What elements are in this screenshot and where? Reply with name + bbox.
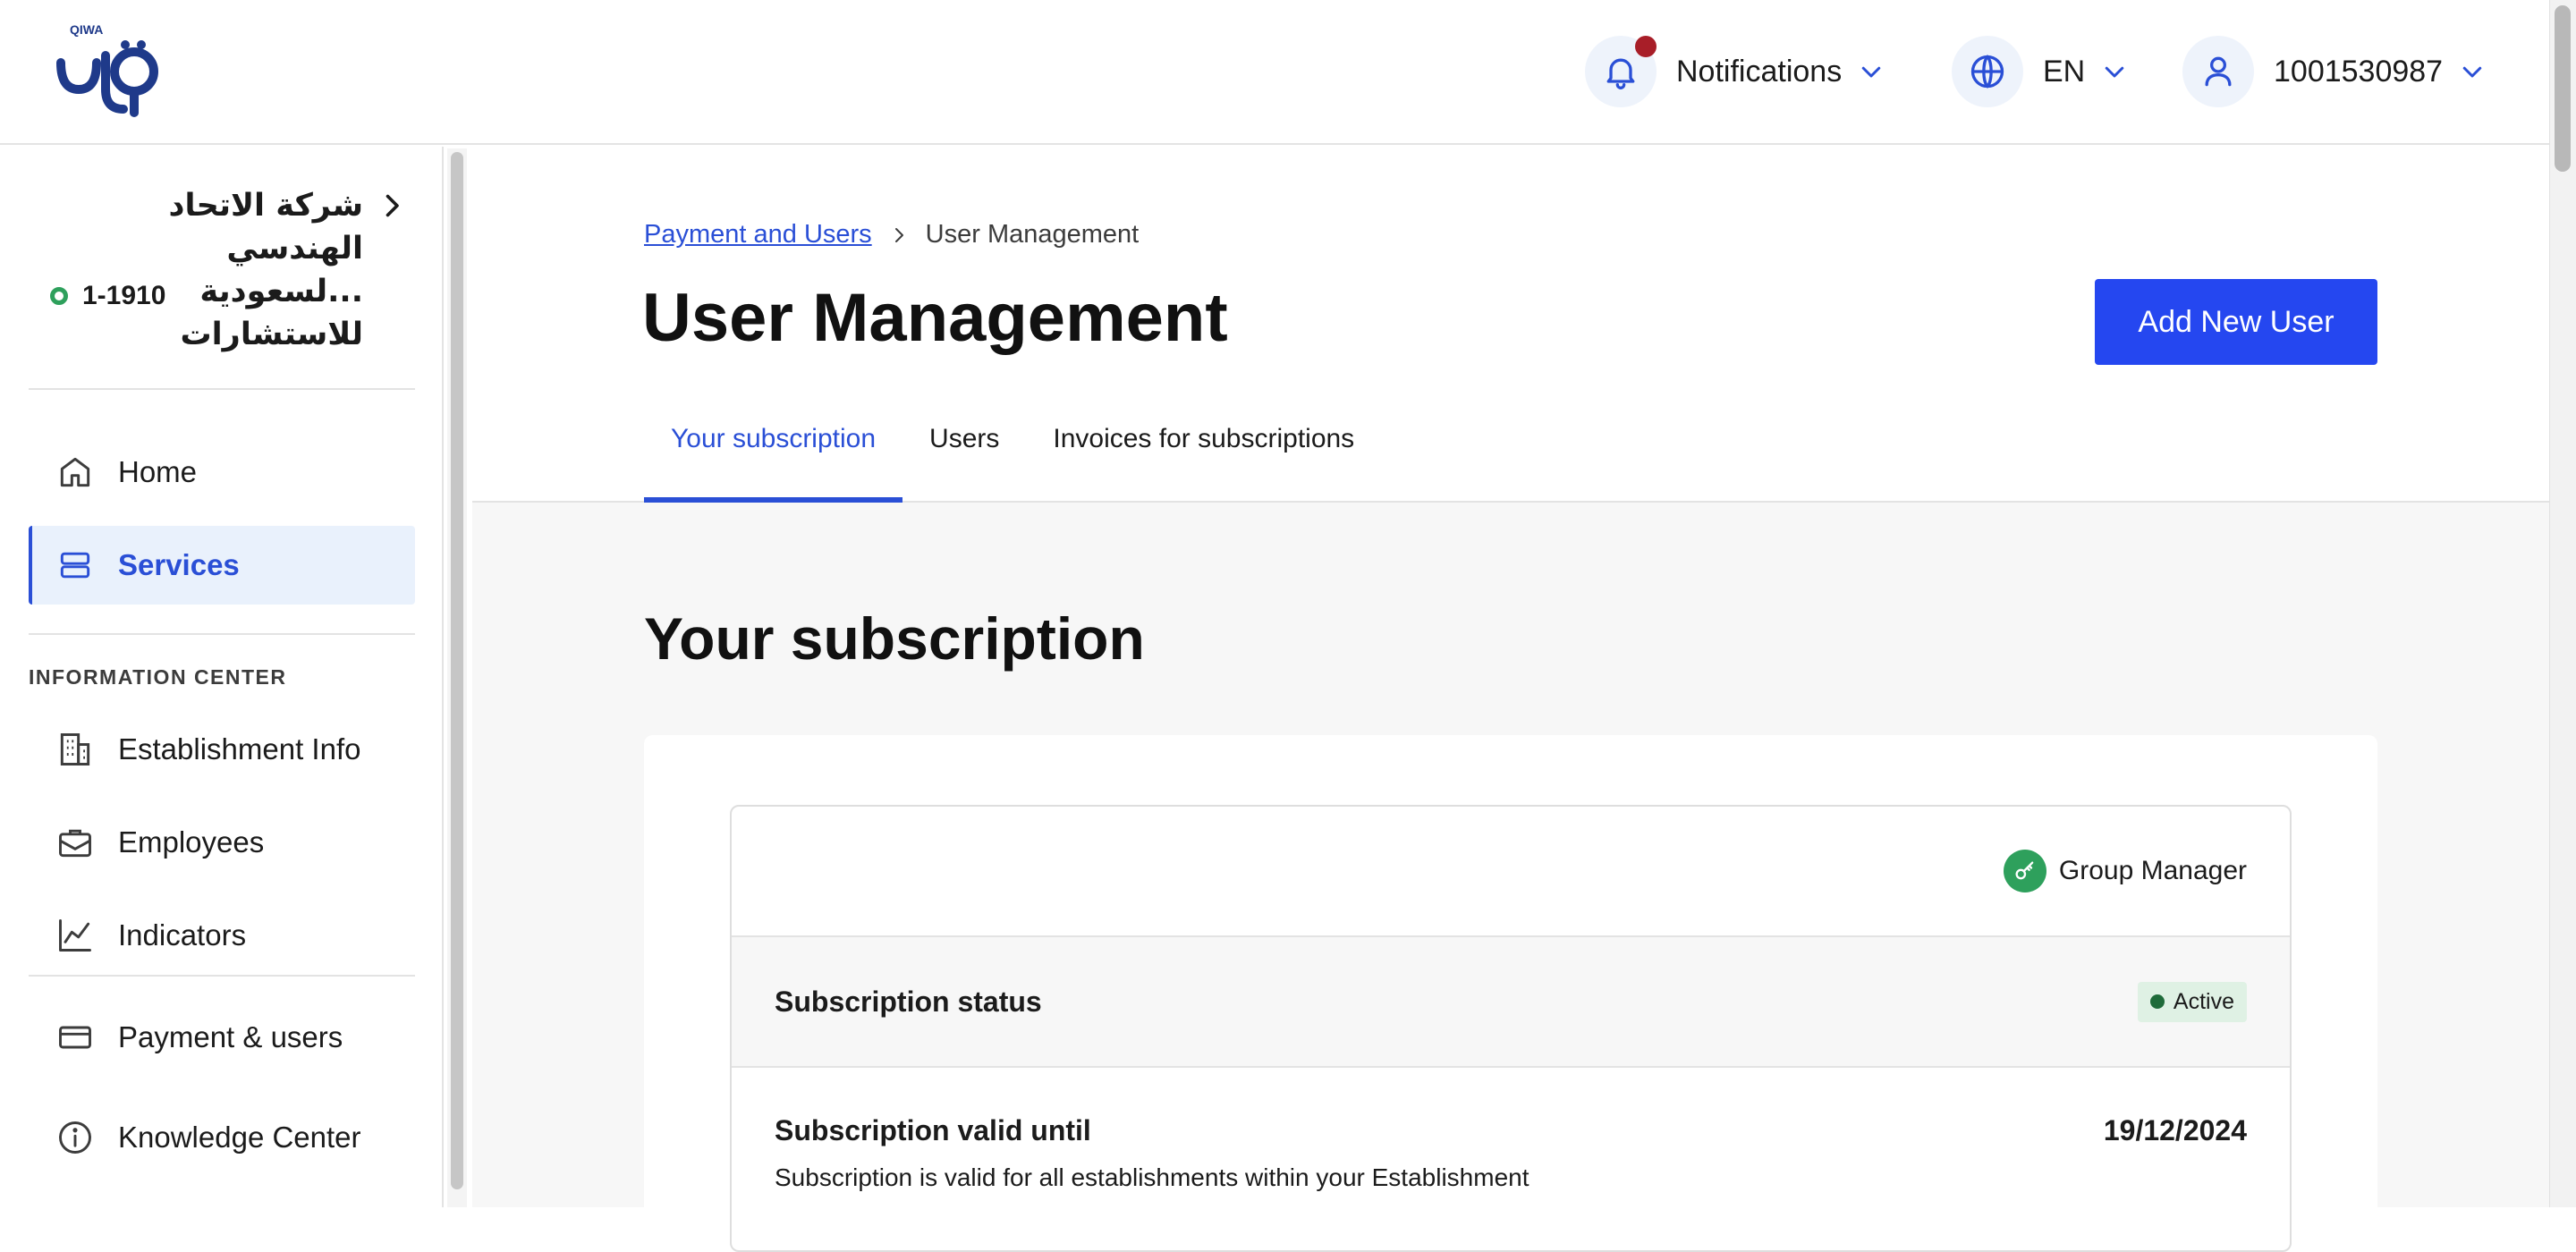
breadcrumb-current: User Management [925, 220, 1140, 249]
sidebar-item-label: Knowledge Center [118, 1121, 361, 1154]
language-label: EN [2043, 54, 2086, 89]
valid-until-label: Subscription valid until [775, 1114, 1091, 1146]
top-header: QIWA Notifications EN 1001530987 [0, 0, 2549, 145]
role-label: Group Manager [2058, 856, 2247, 885]
sidebar-item-indicators[interactable]: Indicators [29, 896, 415, 975]
status-label: Subscription status [775, 985, 1042, 1018]
globe-icon [1970, 55, 2004, 89]
breadcrumb: Payment and Users User Management [644, 220, 1139, 250]
add-new-user-button[interactable]: Add New User [2095, 279, 2377, 365]
breadcrumb-link-payment-users[interactable]: Payment and Users [644, 220, 872, 250]
status-indicator [50, 287, 68, 305]
tab-users[interactable]: Users [902, 424, 1026, 503]
language-menu[interactable]: EN [1952, 34, 2128, 109]
sidebar-item-home[interactable]: Home [29, 433, 415, 512]
status-row: Subscription status Active [732, 937, 2290, 1068]
sidebar-item-payment-users[interactable]: Payment & users [29, 998, 415, 1077]
qiwa-logo[interactable]: QIWA [52, 20, 168, 118]
chevron-down-icon [2462, 66, 2482, 78]
sidebar-item-label: Employees [118, 825, 265, 859]
building-icon [60, 733, 90, 766]
section-title: INFORMATION CENTER [29, 665, 287, 689]
section-heading: Your subscription [644, 605, 1145, 672]
subscription-details: Group Manager Subscription status Active… [730, 805, 2292, 1252]
sidebar-item-label: Indicators [118, 918, 247, 952]
user-icon [2205, 56, 2232, 87]
sidebar: شركة الاتحاد الهندسي ...لسعودية للاستشار… [0, 147, 444, 1207]
chart-icon [59, 919, 91, 952]
briefcase-icon [59, 829, 91, 858]
status-badge: Active [2137, 981, 2247, 1022]
services-icon [60, 552, 90, 579]
bell-icon-wrap [1585, 36, 1657, 107]
svg-text:QIWA: QIWA [70, 22, 103, 37]
chevron-right-icon [894, 227, 903, 242]
key-icon-wrap [2003, 850, 2046, 892]
sidebar-item-label: Establishment Info [118, 732, 361, 766]
user-icon-wrap [2182, 36, 2254, 107]
chevron-right-icon[interactable] [376, 190, 408, 222]
user-menu[interactable]: 1001530987 [2182, 34, 2486, 109]
globe-icon-wrap [1952, 36, 2023, 107]
divider [29, 975, 415, 977]
divider [29, 388, 415, 390]
company-switcher[interactable]: شركة الاتحاد الهندسي ...لسعودية للاستشار… [50, 184, 364, 356]
status-badge-text: Active [2173, 988, 2234, 1014]
company-id: 1-1910 [50, 281, 165, 311]
sidebar-item-knowledge-center[interactable]: Knowledge Center [29, 1098, 415, 1177]
validity-row: Subscription valid until 19/12/2024 Subs… [732, 1068, 2290, 1192]
page-header: Payment and Users User Management User M… [472, 147, 2549, 503]
chevron-down-icon [2105, 66, 2124, 78]
user-id-label: 1001530987 [2274, 54, 2444, 89]
sidebar-item-services[interactable]: Services [29, 526, 415, 605]
valid-until-description: Subscription is valid for all establishm… [775, 1163, 1530, 1191]
main-content: Payment and Users User Management User M… [472, 147, 2549, 1252]
company-name-line1: شركة الاتحاد الهندسي [168, 188, 364, 266]
sidebar-item-employees[interactable]: Employees [29, 803, 415, 882]
sidebar-scrollbar-thumb[interactable] [451, 152, 463, 1189]
key-icon [2015, 861, 2034, 880]
notifications-menu[interactable]: Notifications [1585, 34, 1885, 109]
notifications-label: Notifications [1676, 54, 1843, 89]
valid-until-date: 19/12/2024 [2103, 1114, 2247, 1146]
tab-your-subscription[interactable]: Your subscription [644, 424, 903, 503]
bell-icon [1606, 58, 1635, 89]
sidebar-item-label: Home [118, 455, 198, 488]
page-scrollbar-thumb[interactable] [2555, 5, 2571, 172]
page-title: User Management [642, 280, 1228, 356]
role-row: Group Manager [732, 807, 2290, 937]
chevron-down-icon [1861, 66, 1881, 78]
sidebar-scrollbar[interactable] [447, 148, 467, 1207]
tab-bar: Your subscription Users Invoices for sub… [644, 424, 1381, 503]
sidebar-item-establishment-info[interactable]: Establishment Info [29, 710, 415, 789]
info-icon [59, 1121, 91, 1154]
company-id-value: 1-1910 [82, 281, 166, 310]
subscription-card: Group Manager Subscription status Active… [644, 735, 2377, 1252]
page-scrollbar[interactable] [2549, 0, 2576, 1207]
sidebar-item-label: Payment & users [118, 1020, 343, 1053]
tab-invoices[interactable]: Invoices for subscriptions [1026, 424, 1381, 503]
status-dot [2149, 994, 2165, 1009]
divider [29, 633, 415, 635]
home-icon [60, 457, 90, 487]
sidebar-item-label: Services [118, 548, 240, 581]
notification-dot [1635, 36, 1657, 57]
card-icon [59, 1026, 91, 1049]
